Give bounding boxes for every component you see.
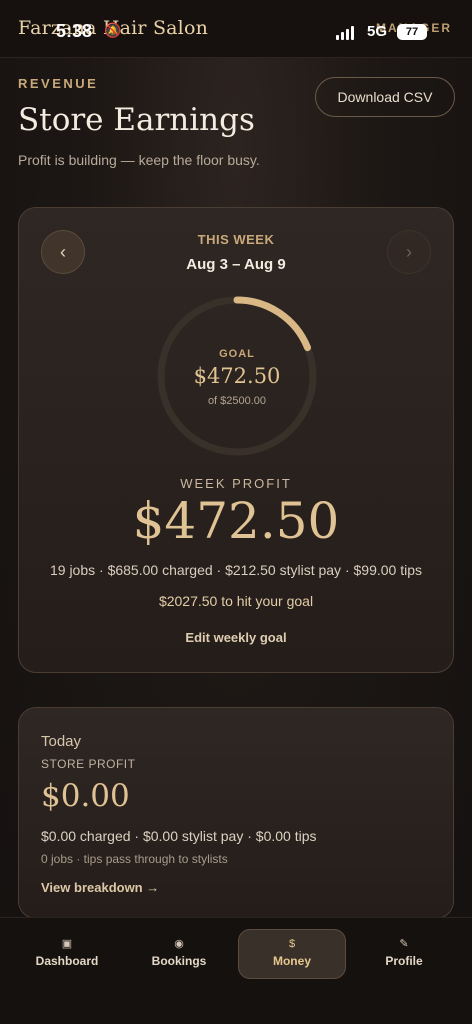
today-profit-value: $0.00 [41, 778, 130, 814]
status-header-bar: Farzana Hair Salon 5:38 🔕 MANAGER 5G 77 [0, 0, 472, 58]
week-range: Aug 3 – Aug 9 [186, 256, 286, 273]
tab-dashboard[interactable]: ▣ Dashboard [13, 929, 121, 979]
tab-label: Money [272, 954, 311, 968]
status-time: 5:38 [56, 21, 93, 41]
today-earnings-card: Today STORE PROFIT $0.00 $0.00 charged ·… [18, 707, 454, 919]
goal-ring-text: GOAL $472.50 of $2500.00 [155, 294, 319, 458]
tab-label: Bookings [151, 954, 207, 968]
week-profit-value: $472.50 [132, 492, 340, 550]
battery-icon: 77 [397, 24, 427, 40]
tab-label: Dashboard [35, 954, 99, 968]
today-note: 0 jobs · tips pass through to stylists [41, 852, 228, 866]
signal-icon [336, 26, 354, 40]
download-csv-button[interactable]: Download CSV [315, 77, 455, 117]
network-label: 5G [367, 23, 388, 40]
mute-bell-icon: 🔕 [104, 22, 122, 38]
today-profit-detail: $0.00 charged · $0.00 stylist pay · $0.0… [41, 828, 317, 844]
ring-current-value: $472.50 [193, 364, 281, 388]
week-profit-label: WEEK PROFIT [180, 476, 292, 491]
ring-goal-amount: of $2500.00 [207, 395, 267, 407]
tab-money[interactable]: $ Money [238, 929, 346, 979]
week-earnings-card: ‹ › THIS WEEK Aug 3 – Aug 9 GOAL $472.50… [18, 207, 454, 673]
week-profit-detail: 19 jobs · $685.00 charged · $212.50 styl… [49, 562, 422, 578]
today-label: Today [41, 733, 82, 750]
tab-bookings[interactable]: ◉ Bookings [125, 929, 233, 979]
profile-icon: ✎ [399, 938, 409, 950]
week-label: THIS WEEK [197, 232, 275, 247]
edit-weekly-goal-button[interactable]: Edit weekly goal [19, 630, 453, 645]
money-icon: $ [288, 938, 296, 950]
dashboard-icon: ▣ [61, 938, 73, 950]
today-sub-label: STORE PROFIT [41, 757, 136, 771]
ring-goal-label: GOAL [219, 348, 255, 360]
tab-profile[interactable]: ✎ Profile [350, 929, 458, 979]
section-eyebrow: REVENUE [18, 76, 99, 91]
tab-label: Profile [385, 954, 423, 968]
view-breakdown-link[interactable]: View breakdown → [41, 880, 159, 895]
goal-remaining-text: $2027.50 to hit your goal [158, 593, 314, 609]
page-title: Store Earnings [18, 102, 255, 138]
bottom-tab-bar: ▣ Dashboard ◉ Bookings $ Money ✎ Profile [0, 917, 472, 1024]
bookings-icon: ◉ [174, 938, 184, 950]
page-subtitle: Profit is building — keep the floor busy… [18, 152, 260, 168]
